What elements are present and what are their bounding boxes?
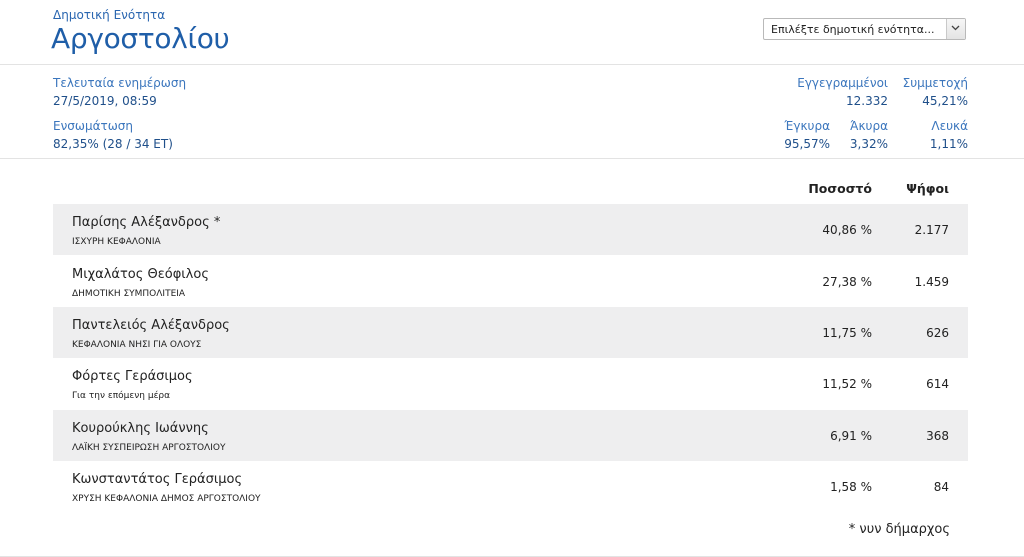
candidate-name: Φόρτες Γεράσιμος — [72, 369, 193, 384]
candidate-party: ΚΕΦΑΛΟΝΙΑ ΝΗΣΙ ΓΙΑ ΟΛΟΥΣ — [72, 340, 202, 350]
candidate-percent: 27,38 % — [822, 275, 872, 289]
last-update-value: 27/5/2019, 08:59 — [53, 94, 157, 108]
column-header-votes: Ψήφοι — [906, 181, 949, 196]
candidate-name: Μιχαλάτος Θεόφιλος — [72, 267, 209, 282]
candidate-party: Για την επόμενη μέρα — [72, 391, 171, 401]
table-row: Παντελειός Αλέξανδρος ΚΕΦΑΛΟΝΙΑ ΝΗΣΙ ΓΙΑ… — [53, 307, 968, 358]
candidate-votes: 84 — [933, 480, 949, 494]
column-header-percent: Ποσοστό — [808, 181, 872, 196]
turnout-value: 45,21% — [922, 94, 968, 108]
candidate-name: Παντελειός Αλέξανδρος — [72, 318, 230, 333]
select-label: Επιλέξτε δημοτική ενότητα... — [771, 23, 935, 36]
page-header: Δημοτική Ενότητα Αργοστολίου Επιλέξτε δη… — [0, 0, 1024, 65]
turnout-label: Συμμετοχή — [902, 76, 968, 90]
candidate-votes: 626 — [926, 326, 949, 340]
candidate-party: ΙΣΧΥΡΗ ΚΕΦΑΛΟΝΙΑ — [72, 237, 161, 247]
incorporation-label: Ενσωμάτωση — [53, 119, 133, 133]
candidate-party: ΛΑΪΚΗ ΣΥΣΠΕΙΡΩΣΗ ΑΡΓΟΣΤΟΛΙΟΥ — [72, 443, 226, 453]
candidate-votes: 614 — [926, 377, 949, 391]
page-title: Αργοστολίου — [51, 22, 230, 55]
invalid-label: Άκυρα — [850, 119, 888, 133]
candidate-name: Παρίσης Αλέξανδρος * — [72, 215, 221, 230]
candidate-votes: 368 — [926, 429, 949, 443]
candidate-votes: 2.177 — [914, 223, 949, 237]
invalid-value: 3,32% — [849, 137, 888, 151]
valid-value: 95,57% — [784, 137, 830, 151]
chevron-down-icon — [951, 25, 960, 31]
table-row: Παρίσης Αλέξανδρος * ΙΣΧΥΡΗ ΚΕΦΑΛΟΝΙΑ 40… — [53, 204, 968, 255]
valid-label: Έγκυρα — [784, 119, 830, 133]
blank-label: Λευκά — [931, 119, 968, 133]
blank-value: 1,11% — [929, 137, 968, 151]
page-subtitle: Δημοτική Ενότητα — [53, 8, 166, 22]
last-update-label: Τελευταία ενημέρωση — [53, 76, 187, 90]
table-row: Φόρτες Γεράσιμος Για την επόμενη μέρα 11… — [53, 358, 968, 409]
candidate-name: Κουρούκλης Ιωάννης — [72, 421, 209, 436]
registered-value: 12.332 — [846, 94, 888, 108]
select-dropdown-button[interactable] — [946, 19, 965, 39]
candidate-percent: 6,91 % — [830, 429, 872, 443]
incorporation-value: 82,35% (28 / 34 ΕΤ) — [53, 137, 173, 151]
table-row: Μιχαλάτος Θεόφιλος ΔΗΜΟΤΙΚΗ ΣΥΜΠΟΛΙΤΕΙΑ … — [53, 256, 968, 307]
table-row: Κωνσταντάτος Γεράσιμος ΧΡΥΣΗ ΚΕΦΑΛΟΝΙΑ Δ… — [53, 461, 968, 512]
candidate-percent: 1,58 % — [830, 480, 872, 494]
candidate-name: Κωνσταντάτος Γεράσιμος — [72, 472, 243, 487]
candidate-votes: 1.459 — [914, 275, 949, 289]
table-row: Κουρούκλης Ιωάννης ΛΑΪΚΗ ΣΥΣΠΕΙΡΩΣΗ ΑΡΓΟ… — [53, 410, 968, 461]
candidate-percent: 40,86 % — [822, 223, 872, 237]
candidate-party: ΔΗΜΟΤΙΚΗ ΣΥΜΠΟΛΙΤΕΙΑ — [72, 289, 186, 299]
incumbent-footnote: * νυν δήμαρχος — [848, 522, 950, 537]
candidate-percent: 11,52 % — [822, 377, 872, 391]
candidate-party: ΧΡΥΣΗ ΚΕΦΑΛΟΝΙΑ ΔΗΜΟΣ ΑΡΓΟΣΤΟΛΙΟΥ — [72, 494, 261, 504]
municipal-unit-select[interactable]: Επιλέξτε δημοτική ενότητα... — [763, 18, 966, 40]
candidate-percent: 11,75 % — [822, 326, 872, 340]
registered-label: Εγγεγραμμένοι — [797, 76, 888, 90]
